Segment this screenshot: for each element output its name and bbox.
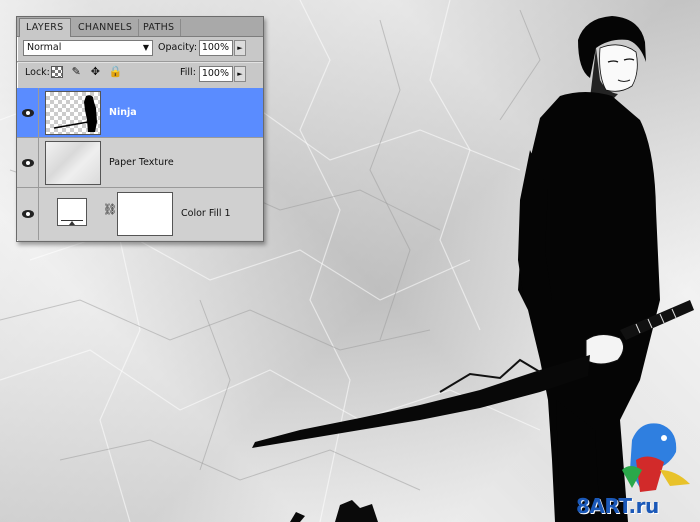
opacity-label: Opacity: [158, 42, 198, 53]
layer-mask-thumbnail[interactable] [117, 192, 173, 236]
divider [17, 61, 263, 63]
layer-row-color-fill[interactable]: ⛓ Color Fill 1 [17, 188, 263, 240]
fill-adjustment-icon [57, 198, 87, 226]
layer-name-color-fill: Color Fill 1 [181, 208, 231, 219]
opacity-field[interactable]: 100% [199, 40, 233, 56]
fill-slider-button[interactable]: ► [234, 66, 246, 82]
fill-label: Fill: [180, 67, 196, 78]
blend-mode-select[interactable]: Normal ▼ [23, 40, 153, 56]
layer-row-paper-texture[interactable]: Paper Texture [17, 138, 263, 188]
layer-name-ninja: Ninja [109, 107, 137, 118]
watermark-logo-text: 8ART.ru [576, 494, 659, 518]
link-chain-icon[interactable]: ⛓ [103, 203, 117, 216]
panel-tab-bar: LAYERS CHANNELS PATHS [17, 17, 263, 37]
layer-thumbnail-ninja [45, 91, 101, 135]
layers-panel: LAYERS CHANNELS PATHS Normal ▼ Opacity: … [16, 16, 264, 242]
tab-layers[interactable]: LAYERS [19, 18, 71, 37]
fill-field[interactable]: 100% [199, 66, 233, 82]
blend-opacity-row: Normal ▼ Opacity: 100% ► [17, 37, 263, 59]
layer-thumbnail-paper [45, 141, 101, 185]
tab-paths[interactable]: PATHS [137, 19, 182, 36]
transparency-lock-icon[interactable] [51, 66, 63, 78]
lock-icons-group: ✎ ✥ 🔒 [51, 66, 125, 80]
layer-row-ninja[interactable]: Ninja [17, 88, 263, 138]
opacity-slider-button[interactable]: ► [234, 40, 246, 56]
layers-list: Ninja Paper Texture ⛓ Color Fill 1 [17, 88, 263, 240]
visibility-eye-icon[interactable] [17, 88, 39, 137]
visibility-eye-icon[interactable] [17, 138, 39, 187]
blend-mode-value: Normal [27, 42, 62, 53]
move-lock-icon[interactable]: ✥ [89, 66, 101, 78]
tab-channels[interactable]: CHANNELS [72, 19, 140, 36]
lock-label: Lock: [25, 67, 50, 78]
padlock-icon[interactable]: 🔒 [109, 66, 123, 78]
visibility-eye-icon[interactable] [17, 188, 39, 240]
chevron-down-icon: ▼ [142, 43, 149, 52]
layer-name-paper-texture: Paper Texture [109, 157, 174, 168]
brush-lock-icon[interactable]: ✎ [70, 66, 82, 78]
